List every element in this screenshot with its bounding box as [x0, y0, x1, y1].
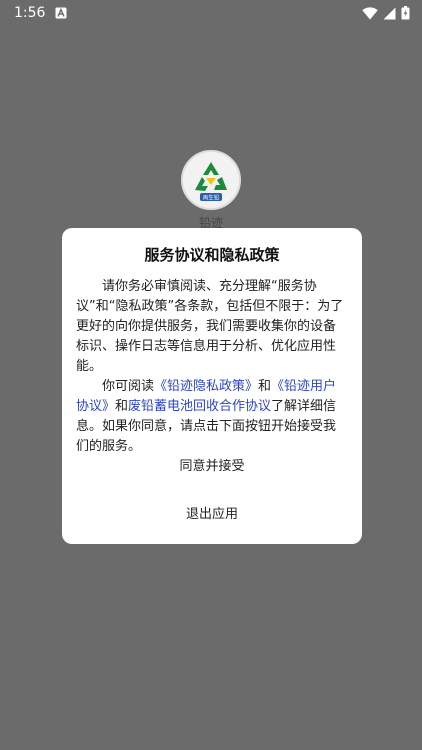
and-text-2: 和 — [115, 399, 129, 414]
dialog-title: 服务协议和隐私政策 — [144, 246, 280, 264]
status-right — [362, 6, 410, 20]
and-text-1: 和 — [258, 379, 272, 394]
privacy-policy-link[interactable]: 《铅迹隐私政策》 — [154, 379, 258, 394]
dialog-body: 请你务必审慎阅读、充分理解“服务协议”和“隐私政策”各条款，包括但不限于：为了更… — [76, 277, 348, 457]
privacy-dialog: 服务协议和隐私政策 请你务必审慎阅读、充分理解“服务协议”和“隐私政策”各条款，… — [62, 228, 362, 544]
signal-icon — [383, 7, 396, 19]
logo-text: 再生铅 — [203, 193, 220, 201]
recycle-agreement-link[interactable]: 废铅蓄电池回收合作协议 — [128, 399, 271, 414]
battery-icon — [401, 6, 410, 20]
exit-app-button[interactable]: 退出应用 — [62, 501, 362, 523]
dialog-paragraph-1: 请你务必审慎阅读、充分理解“服务协议”和“隐私政策”各条款，包括但不限于：为了更… — [76, 279, 344, 374]
status-bar: 1:56 — [0, 0, 422, 26]
recycle-icon: 再生铅 — [195, 162, 227, 201]
para2-prefix: 你可阅读 — [102, 379, 155, 394]
status-left: 1:56 — [14, 5, 67, 21]
dialog-paragraph-2: 你可阅读《铅迹隐私政策》和《铅迹用户协议》和废铅蓄电池回收合作协议了解详细信息。… — [76, 377, 348, 457]
notification-a-icon — [55, 7, 67, 19]
status-time: 1:56 — [14, 5, 46, 21]
agree-button[interactable]: 同意并接受 — [62, 453, 362, 475]
wifi-icon — [362, 6, 378, 19]
app-logo: 再生铅 — [181, 150, 241, 210]
